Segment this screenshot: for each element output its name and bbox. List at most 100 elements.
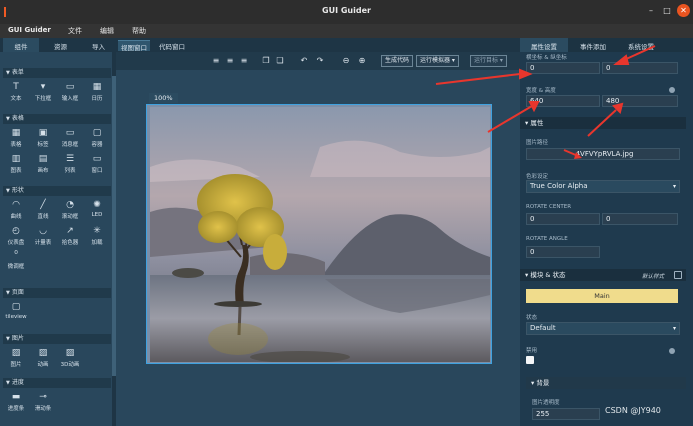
widget-3danim[interactable]: ▨ 3D动画 — [57, 348, 83, 372]
line-icon: ╱ — [40, 200, 46, 210]
widget-panel: 组件 资源 导入 ▼ 表单 T 文本 ▾ 下拉框 ▭ 输入框 ▦ 日历 ▼ 表格 ▦ 表格 ▣… — [0, 38, 116, 426]
annotation-arrow-path — [563, 149, 582, 159]
tab-widgets[interactable]: 组件 — [3, 38, 39, 52]
widget-colorpicker[interactable]: ↗ 拾色器 — [57, 226, 83, 250]
widget-textarea[interactable]: ▭ 输入框 — [57, 82, 83, 106]
widget-slider[interactable]: ⊸ 滑动条 — [30, 392, 56, 416]
canvas-icon: ▤ — [38, 154, 48, 164]
zoom-level: 100% — [149, 93, 178, 103]
generate-code-button[interactable]: 生成代码 — [381, 55, 414, 67]
undo-icon[interactable]: ↶ — [298, 55, 310, 67]
tab-code-window[interactable]: 代码窗口 — [156, 40, 188, 51]
animimg-icon: ▨ — [38, 348, 48, 358]
rotate-center-label: ROTATE CENTER — [526, 204, 572, 210]
section-page[interactable]: ▼ 页面 — [3, 288, 111, 298]
tab-import[interactable]: 导入 — [92, 41, 105, 51]
widget-spinbox[interactable]: ⁰ 微调框 — [3, 250, 29, 274]
maximize-button[interactable]: □ — [660, 4, 674, 18]
msgbox-icon: ▭ — [65, 128, 75, 138]
chart-icon: ▥ — [11, 154, 21, 164]
widget-animimg[interactable]: ▨ 动画 — [30, 348, 56, 372]
widget-image[interactable]: ▨ 图片 — [3, 348, 29, 372]
align-right-icon[interactable]: ≡ — [238, 55, 250, 67]
send-back-icon[interactable]: ❏ — [274, 55, 286, 67]
section-image[interactable]: ▼ 图片 — [3, 334, 111, 344]
window-title: GUI Guider — [322, 6, 371, 15]
widget-msgbox[interactable]: ▭ 消息框 — [57, 128, 83, 152]
arc-icon: ◠ — [12, 200, 20, 210]
color-key-label: 色彩设定 — [526, 174, 549, 180]
label-icon: ▣ — [38, 128, 48, 138]
widget-dropdown[interactable]: ▾ 下拉框 — [30, 82, 56, 106]
default-style-label: 默认样式 — [642, 274, 665, 280]
section-form[interactable]: ▼ 表单 — [3, 68, 111, 78]
tab-view-window[interactable]: 视图窗口 — [118, 40, 150, 52]
widget-spinner[interactable]: ✳ 加载 — [84, 226, 110, 250]
chevron-down-icon: ▾ — [672, 183, 676, 190]
widget-table[interactable]: ▦ 表格 — [3, 128, 29, 152]
window-icon: ▭ — [92, 154, 102, 164]
menu-edit[interactable]: 编辑 — [100, 26, 114, 36]
widget-roller[interactable]: ◔ 滚动框 — [57, 200, 83, 224]
container-icon: ▢ — [92, 128, 102, 138]
state-label: 状态 — [526, 315, 538, 321]
main-part-button[interactable]: Main — [526, 289, 678, 303]
dropdown-icon: ▾ — [40, 82, 46, 92]
align-left-icon[interactable]: ≡ — [210, 55, 222, 67]
zoom-in-icon[interactable]: ⊕ — [356, 55, 368, 67]
calendar-icon: ▦ — [92, 82, 102, 92]
bring-front-icon[interactable]: ❐ — [260, 55, 272, 67]
text-icon: T — [13, 82, 19, 92]
opacity-input[interactable]: 255 — [532, 408, 600, 420]
widget-meter[interactable]: ◡ 计量表 — [30, 226, 56, 250]
rotate-angle-label: ROTATE ANGLE — [526, 236, 568, 242]
widget-canvas[interactable]: ▤ 画布 — [30, 154, 56, 178]
progressbar-icon: ▬ — [11, 392, 21, 402]
slider-icon: ⊸ — [39, 392, 47, 402]
widget-line[interactable]: ╱ 直线 — [30, 200, 56, 224]
widget-calendar[interactable]: ▦ 日历 — [84, 82, 110, 106]
menu-help[interactable]: 帮助 — [132, 26, 146, 36]
widget-arc[interactable]: ◠ 曲线 — [3, 200, 29, 224]
section-background[interactable]: ▾ 背景 — [526, 377, 686, 389]
widget-led[interactable]: ✺ LED — [84, 200, 110, 224]
widget-chart[interactable]: ▥ 图表 — [3, 154, 29, 178]
menu-app[interactable]: GUI Guider — [8, 26, 51, 34]
widget-container[interactable]: ▢ 容器 — [84, 128, 110, 152]
disable-checkbox[interactable] — [526, 356, 534, 364]
widget-gauge[interactable]: ◴ 仪表盘 — [3, 226, 29, 250]
3danim-icon: ▨ — [65, 348, 75, 358]
window-titlebar: GUI Guider – □ ✕ — [0, 0, 693, 24]
widget-bar[interactable]: ▬ 进度条 — [3, 392, 29, 416]
widget-list[interactable]: ☰ 列表 — [57, 154, 83, 178]
table-icon: ▦ — [11, 128, 21, 138]
section-progress[interactable]: ▼ 进度 — [3, 378, 111, 388]
close-button[interactable]: ✕ — [677, 4, 690, 17]
section-shape[interactable]: ▼ 形状 — [3, 186, 111, 196]
spinbox-icon: ⁰ — [14, 250, 18, 260]
led-icon: ✺ — [93, 200, 101, 210]
state-select[interactable]: Default ▾ — [526, 322, 680, 335]
minimize-button[interactable]: – — [644, 4, 658, 18]
widget-label[interactable]: ▣ 标签 — [30, 128, 56, 152]
section-table[interactable]: ▼ 表格 — [3, 114, 111, 124]
widget-window[interactable]: ▭ 窗口 — [84, 154, 110, 178]
roller-icon: ◔ — [66, 200, 74, 210]
color-key-select[interactable]: True Color Alpha ▾ — [526, 180, 680, 193]
tab-resources[interactable]: 资源 — [54, 41, 67, 51]
redo-icon[interactable]: ↷ — [314, 55, 326, 67]
menu-file[interactable]: 文件 — [68, 26, 82, 36]
image-icon: ▨ — [11, 348, 21, 358]
widget-text[interactable]: T 文本 — [3, 82, 29, 106]
widget-tileview[interactable]: ▢ tileview — [3, 302, 29, 326]
left-tabs: 组件 资源 导入 — [0, 38, 116, 52]
rotate-angle-input[interactable]: 0 — [526, 246, 600, 258]
align-center-icon[interactable]: ≡ — [224, 55, 236, 67]
help-icon[interactable] — [669, 348, 675, 354]
rotate-center-x-input[interactable]: 0 — [526, 213, 600, 225]
menubar: GUI Guider 文件 编辑 帮助 — [0, 24, 693, 38]
watermark: CSDN @JY940 — [605, 406, 661, 415]
rotate-center-y-input[interactable]: 0 — [602, 213, 678, 225]
zoom-out-icon[interactable]: ⊖ — [340, 55, 352, 67]
default-style-checkbox[interactable] — [674, 271, 682, 279]
